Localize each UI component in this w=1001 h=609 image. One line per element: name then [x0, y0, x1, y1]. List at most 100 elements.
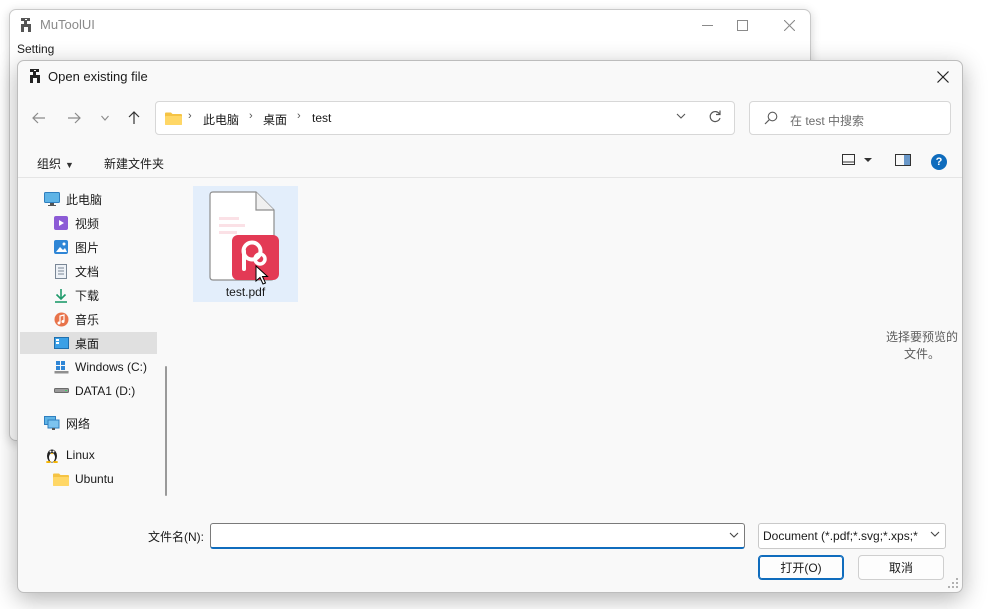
menu-setting[interactable]: Setting: [17, 42, 54, 56]
minimize-button[interactable]: [693, 14, 721, 36]
breadcrumb-test[interactable]: test: [312, 111, 331, 125]
cancel-button[interactable]: 取消: [858, 555, 944, 580]
tree-item-pictures[interactable]: 图片: [53, 236, 99, 258]
video-icon: [53, 215, 69, 231]
breadcrumb-separator: ›: [188, 110, 192, 122]
tree-item-label: 网络: [66, 416, 91, 431]
search-input[interactable]: 在 test 中搜索: [790, 112, 864, 129]
maximize-icon: [736, 19, 748, 31]
open-button[interactable]: 打开(O): [758, 555, 844, 580]
main-window-title: MuToolUI: [40, 17, 95, 32]
tree-item-drive-d[interactable]: DATA1 (D:): [53, 380, 135, 402]
file-name: test.pdf: [225, 285, 266, 299]
organize-label: 组织: [37, 157, 62, 171]
dialog-title: Open existing file: [48, 69, 148, 84]
arrow-left-icon: [32, 112, 45, 124]
documents-icon: [53, 263, 69, 279]
refresh-button[interactable]: [708, 109, 722, 128]
tree-item-label: 音乐: [75, 312, 100, 327]
drive-d-icon: [53, 383, 69, 399]
app-logo-icon: [21, 18, 31, 32]
tree-item-this-pc[interactable]: 此电脑: [44, 188, 102, 210]
main-close-button[interactable]: [775, 14, 803, 36]
search-icon: [764, 111, 778, 125]
arrow-up-icon: [128, 111, 140, 124]
tree-item-drive-c[interactable]: Windows (C:): [53, 356, 147, 378]
chevron-down-icon: [101, 115, 109, 121]
tree-item-music[interactable]: 音乐: [53, 308, 99, 330]
pictures-icon: [53, 239, 69, 255]
close-icon: [783, 19, 795, 31]
dialog-titlebar[interactable]: Open existing file: [18, 61, 962, 92]
organize-menu[interactable]: 组织 ▼: [37, 155, 74, 172]
tree-item-label: 此电脑: [66, 192, 103, 207]
address-history-dropdown[interactable]: [676, 109, 686, 126]
search-box[interactable]: 在 test 中搜索: [749, 101, 951, 135]
drive-c-icon: [53, 359, 69, 375]
chevron-down-icon: [729, 532, 739, 538]
folder-icon: [53, 471, 69, 487]
chevron-down-icon: [676, 113, 686, 119]
linux-icon: [44, 447, 60, 463]
preview-pane-message: 选择要预览的文件。: [885, 330, 958, 361]
refresh-icon: [709, 110, 721, 123]
computer-icon: [44, 191, 60, 207]
tree-item-network[interactable]: 网络: [44, 412, 90, 434]
breadcrumb-this-pc[interactable]: 此电脑: [203, 111, 239, 128]
download-icon: [53, 287, 69, 303]
desktop-icon: [53, 335, 69, 351]
dialog-close-button[interactable]: [928, 64, 958, 90]
help-button[interactable]: ?: [931, 154, 947, 170]
nav-pane-scrollbar[interactable]: [165, 366, 167, 496]
file-type-selected: Document (*.pdf;*.svg;*.xps;*: [763, 529, 918, 543]
resize-grip-icon[interactable]: [947, 577, 959, 589]
tree-item-label: 文档: [75, 264, 100, 279]
filename-label: 文件名(N):: [148, 530, 204, 544]
tree-item-label: DATA1 (D:): [75, 384, 136, 398]
tree-item-documents[interactable]: 文档: [53, 260, 99, 282]
tree-item-linux[interactable]: Linux: [44, 444, 95, 466]
change-view-button[interactable]: [842, 154, 875, 165]
file-type-select[interactable]: Document (*.pdf;*.svg;*.xps;*: [758, 523, 946, 549]
view-icon: [842, 154, 855, 165]
breadcrumb-separator: ›: [297, 110, 301, 122]
new-folder-button[interactable]: 新建文件夹: [104, 155, 164, 172]
forward-button[interactable]: [63, 107, 85, 129]
tree-item-label: Windows (C:): [75, 360, 148, 374]
maximize-button[interactable]: [728, 14, 756, 36]
minimize-icon: [701, 24, 713, 26]
preview-pane-icon: [895, 154, 911, 166]
tree-item-label: 桌面: [75, 336, 100, 351]
folder-icon: [165, 112, 182, 125]
music-icon: [53, 311, 69, 327]
tree-item-downloads[interactable]: 下载: [53, 284, 99, 306]
navigation-pane: 此电脑 视频 图片 文档 下载 音乐 桌面 Windows (C:) DATA1…: [18, 178, 168, 508]
arrow-right-icon: [68, 112, 81, 124]
mouse-cursor-icon: [255, 265, 269, 285]
caret-down-icon: [864, 157, 872, 162]
address-bar[interactable]: › 此电脑 › 桌面 › test: [155, 101, 735, 135]
up-button[interactable]: [123, 107, 145, 129]
pdf-file-icon: [209, 191, 279, 281]
filename-input[interactable]: [210, 523, 745, 549]
tree-item-label: Ubuntu: [75, 472, 114, 486]
tree-item-videos[interactable]: 视频: [53, 212, 99, 234]
caret-down-icon: ▼: [65, 160, 74, 170]
open-file-dialog: Open existing file › 此电脑 › 桌面 › test 在 t…: [17, 60, 963, 593]
tree-item-desktop[interactable]: 桌面: [20, 332, 157, 354]
breadcrumb-separator: ›: [249, 110, 253, 122]
tree-item-label: 视频: [75, 216, 100, 231]
tree-item-label: Linux: [66, 448, 95, 462]
breadcrumb-desktop[interactable]: 桌面: [263, 111, 287, 128]
network-icon: [44, 415, 60, 431]
tree-item-label: 下载: [75, 288, 100, 303]
tree-item-label: 图片: [75, 240, 100, 255]
app-logo-icon: [30, 69, 40, 83]
tree-item-ubuntu[interactable]: Ubuntu: [53, 468, 114, 490]
recent-locations-button[interactable]: [94, 107, 116, 129]
back-button[interactable]: [28, 107, 50, 129]
main-titlebar[interactable]: MuToolUI: [10, 10, 810, 40]
preview-pane-button[interactable]: [895, 154, 911, 166]
file-item[interactable]: test.pdf: [193, 186, 298, 302]
filename-history-dropdown[interactable]: [729, 530, 739, 542]
